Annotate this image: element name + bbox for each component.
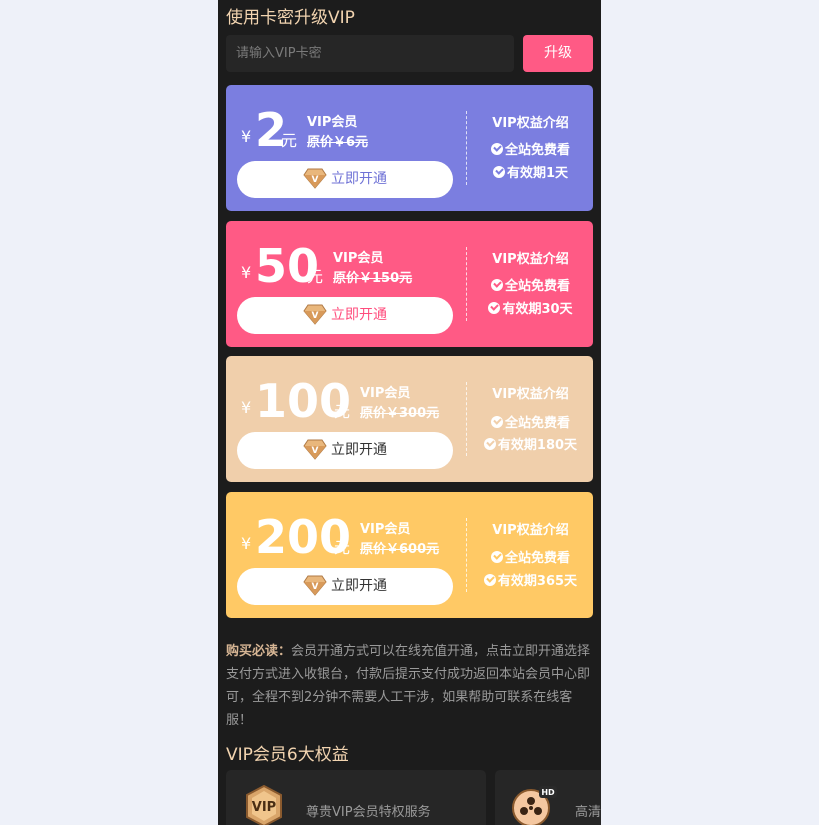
open-vip-label: 立即开通	[331, 307, 387, 323]
benefit-text: 全站免费看	[504, 551, 570, 566]
dashed-divider	[466, 111, 467, 185]
check-circle-icon	[483, 574, 496, 586]
page-title: 使用卡密升级VIP	[226, 8, 355, 28]
check-circle-icon	[488, 302, 501, 314]
benefit-text: 全站免费看	[504, 279, 570, 294]
plan-card-4: ¥ 200 元 VIP会员 原价￥600元 V 立即开通 VIP权益介绍 全站免费…	[226, 492, 593, 618]
open-vip-label: 立即开通	[331, 171, 387, 187]
check-circle-icon	[492, 166, 505, 178]
hd-video-icon: HD	[512, 786, 557, 825]
vip-badge-text: VIP	[252, 800, 276, 815]
vip-badge-icon: VIP	[246, 784, 282, 825]
benefit-item: 全站免费看	[468, 547, 593, 566]
benefit-card-text: 高清	[575, 805, 601, 820]
check-circle-icon	[483, 438, 496, 450]
plan-card-3: ¥ 100 元 VIP会员 原价￥300元 V 立即开通 VIP权益介绍 全站免费…	[226, 356, 593, 482]
benefits-title: VIP权益介绍	[492, 387, 569, 402]
diamond-icon: V	[303, 439, 327, 460]
svg-text:V: V	[312, 446, 319, 456]
check-circle-icon	[490, 279, 503, 291]
plan-name: VIP会员	[333, 251, 384, 266]
svg-text:V: V	[312, 175, 319, 185]
plan-card-1: ¥ 2 元 VIP会员 原价￥6元 V 立即开通 VIP权益介绍 全站免费看 有效…	[226, 85, 593, 211]
svg-text:V: V	[312, 582, 319, 592]
open-vip-label: 立即开通	[331, 578, 387, 594]
benefit-text: 有效期30天	[502, 302, 573, 317]
benefit-text: 有效期180天	[497, 438, 578, 453]
benefit-card[interactable]: HD 高清	[495, 770, 601, 825]
dashed-divider	[466, 382, 467, 456]
benefit-item: 有效期30天	[468, 298, 593, 317]
open-vip-label: 立即开通	[331, 442, 387, 458]
benefit-card-text: 尊贵VIP会员特权服务	[306, 805, 431, 820]
open-vip-button[interactable]: V 立即开通	[237, 432, 453, 469]
benefit-item: 有效期1天	[468, 162, 593, 181]
plan-card-2: ¥ 50 元 VIP会员 原价￥150元 V 立即开通 VIP权益介绍 全站免费看…	[226, 221, 593, 347]
benefit-item: 全站免费看	[468, 412, 593, 431]
original-price: 原价￥150元	[333, 271, 413, 286]
benefit-text: 有效期1天	[506, 166, 569, 181]
open-vip-button[interactable]: V 立即开通	[237, 161, 453, 198]
currency-symbol: ¥	[241, 534, 252, 553]
price-unit: 元	[281, 131, 298, 150]
benefit-text: 全站免费看	[504, 143, 570, 158]
benefit-item: 全站免费看	[468, 275, 593, 294]
original-price: 原价￥600元	[360, 542, 440, 557]
original-price: 原价￥300元	[360, 406, 440, 421]
diamond-icon: V	[303, 304, 327, 325]
benefit-card[interactable]: VIP 尊贵VIP会员特权服务	[226, 770, 486, 825]
check-circle-icon	[490, 551, 503, 563]
check-circle-icon	[490, 143, 503, 155]
original-price: 原价￥6元	[307, 135, 369, 150]
open-vip-button[interactable]: V 立即开通	[237, 568, 453, 605]
svg-text:V: V	[312, 311, 319, 321]
benefits-title: VIP权益介绍	[492, 252, 569, 267]
currency-symbol: ¥	[241, 398, 252, 417]
check-circle-icon	[490, 416, 503, 428]
purchase-notice: 购买必读：会员开通方式可以在线充值开通，点击立即开通选择支付方式进入收银台，付款…	[226, 640, 592, 732]
benefits-section-title: VIP会员6大权益	[226, 745, 349, 765]
benefits-title: VIP权益介绍	[492, 523, 569, 538]
phone-screen: 使用卡密升级VIP 升级 ¥ 2 元 VIP会员 原价￥6元 V立即开通 VIP…	[218, 0, 601, 825]
plan-name: VIP会员	[307, 115, 358, 130]
benefit-text: 全站免费看	[504, 416, 570, 431]
price-unit: 元	[334, 402, 351, 421]
notice-label: 购买必读：	[226, 644, 292, 659]
benefit-item: 有效期180天	[468, 434, 593, 453]
upgrade-button[interactable]: 升级	[523, 35, 593, 72]
dashed-divider	[466, 247, 467, 321]
plan-name: VIP会员	[360, 522, 411, 537]
price-unit: 元	[307, 267, 324, 286]
diamond-icon: V	[303, 575, 327, 596]
card-key-input[interactable]	[226, 35, 514, 72]
currency-symbol: ¥	[241, 127, 252, 146]
dashed-divider	[466, 518, 467, 592]
plan-name: VIP会员	[360, 386, 411, 401]
benefit-item: 全站免费看	[468, 139, 593, 158]
price-unit: 元	[334, 538, 351, 557]
benefit-item: 有效期365天	[468, 570, 593, 589]
currency-symbol: ¥	[241, 263, 252, 282]
benefits-title: VIP权益介绍	[492, 116, 569, 131]
open-vip-button[interactable]: V 立即开通	[237, 297, 453, 334]
hd-label: HD	[541, 788, 555, 797]
benefit-text: 有效期365天	[497, 574, 578, 589]
diamond-icon: V	[303, 168, 327, 189]
